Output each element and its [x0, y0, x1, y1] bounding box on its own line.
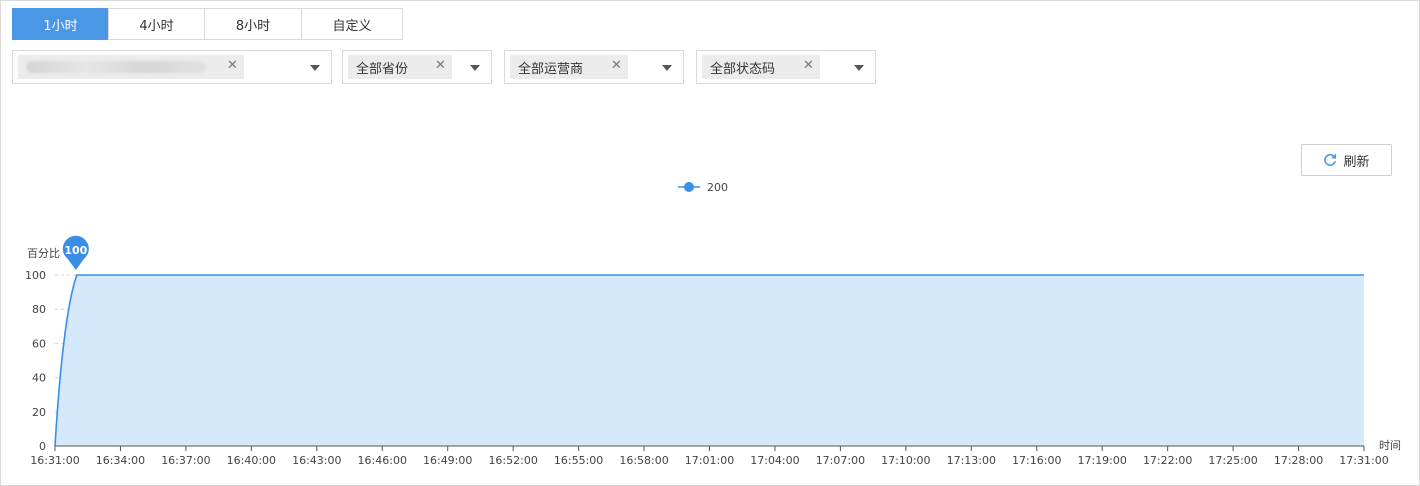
y-tick-label: 100: [25, 269, 46, 282]
x-tick-label: 16:43:00: [292, 454, 341, 467]
marker-label: 100: [64, 244, 87, 257]
legend-dot: [684, 182, 694, 192]
x-tick-label: 17:04:00: [750, 454, 799, 467]
max-value-marker: 100: [62, 235, 89, 270]
x-tick-label: 17:13:00: [947, 454, 996, 467]
x-tick-label: 17:19:00: [1077, 454, 1126, 467]
status-code-chart: 020406080100 16:31:00 16:34:00 16:37:00 16:…: [25, 181, 1401, 467]
y-tick-label: 0: [39, 440, 46, 453]
x-tick-label: 16:37:00: [161, 454, 210, 467]
y-tick-label: 80: [32, 303, 46, 316]
x-axis-label: 时间: [1379, 439, 1401, 452]
x-tick-label: 17:25:00: [1208, 454, 1257, 467]
x-tick-label: 17:01:00: [685, 454, 734, 467]
x-tick-label: 16:46:00: [358, 454, 407, 467]
x-tick-label: 16:40:00: [227, 454, 276, 467]
x-tick-label: 17:07:00: [816, 454, 865, 467]
y-tick-label: 40: [32, 372, 46, 385]
x-tick-label: 16:49:00: [423, 454, 472, 467]
x-tick-label: 17:22:00: [1143, 454, 1192, 467]
legend-label-200: 200: [707, 181, 728, 194]
y-tick-label: 60: [32, 337, 46, 350]
x-tick-label: 16:58:00: [619, 454, 668, 467]
x-tick-label: 16:55:00: [554, 454, 603, 467]
x-axis-ticks: 16:31:00 16:34:00 16:37:00 16:40:00 16:43:00…: [30, 446, 1389, 467]
x-tick-label: 16:52:00: [488, 454, 537, 467]
series-200-area: [55, 275, 1364, 446]
legend[interactable]: 200: [678, 181, 728, 194]
x-tick-label: 17:10:00: [881, 454, 930, 467]
x-tick-label: 16:31:00: [30, 454, 79, 467]
x-tick-label: 16:34:00: [96, 454, 145, 467]
y-tick-label: 20: [32, 406, 46, 419]
x-tick-label: 17:16:00: [1012, 454, 1061, 467]
x-tick-label: 17:28:00: [1274, 454, 1323, 467]
y-axis-ticks: 0 20 40 60 80 100: [25, 269, 46, 453]
y-axis-label: 百分比: [27, 247, 60, 260]
x-tick-label: 17:31:00: [1339, 454, 1388, 467]
